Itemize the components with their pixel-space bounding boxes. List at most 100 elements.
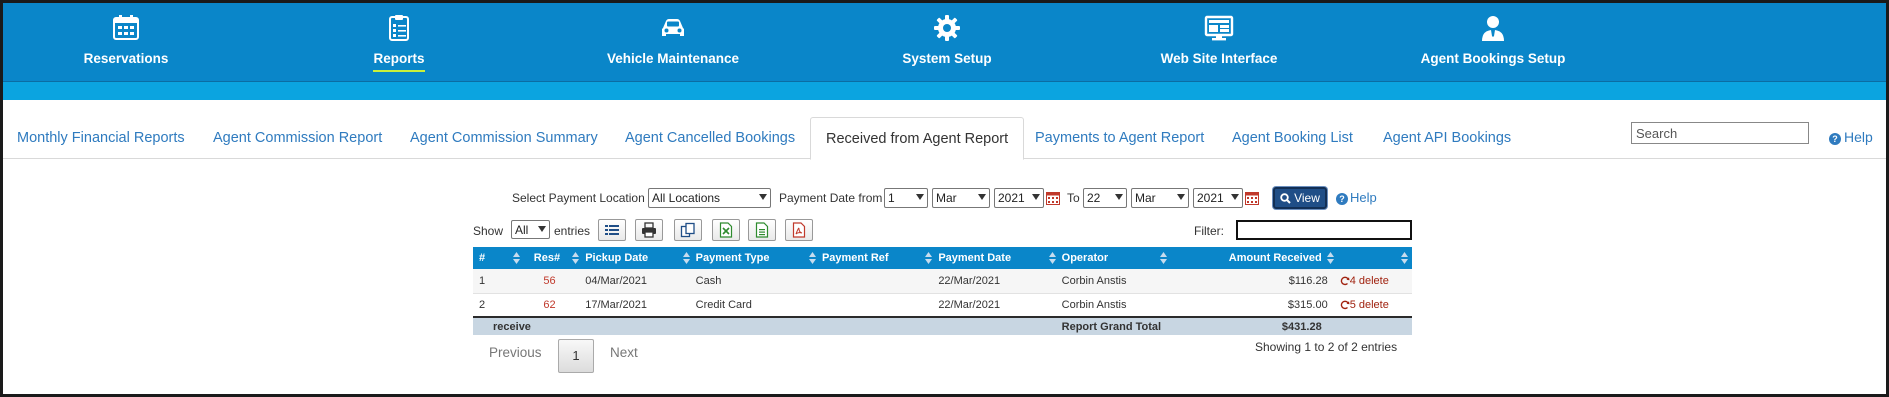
nav-reservations[interactable]: Reservations: [16, 13, 236, 75]
top-navigation: Reservations Reports Vehicle Maintenance…: [3, 3, 1886, 82]
column-header-number[interactable]: #: [473, 247, 520, 269]
to-label: To: [1067, 191, 1080, 205]
copy-button[interactable]: [674, 219, 702, 241]
to-year-select[interactable]: 2021: [1193, 188, 1243, 208]
copy-icon: [680, 222, 695, 238]
chevron-down-icon: [1177, 194, 1185, 200]
clipboard-icon: [389, 15, 409, 41]
to-calendar-icon[interactable]: [1245, 191, 1259, 205]
tab-agent-commission-report[interactable]: Agent Commission Report: [213, 117, 382, 159]
from-day-select[interactable]: 1: [884, 188, 928, 208]
view-button-label: View: [1294, 191, 1320, 205]
table-row[interactable]: 2 62 17/Mar/2021 Credit Card 22/Mar/2021…: [473, 293, 1412, 318]
print-button[interactable]: [635, 219, 663, 241]
list-icon: [605, 225, 619, 235]
column-header-label: #: [479, 252, 486, 264]
report-tabs: Monthly Financial Reports Agent Commissi…: [3, 117, 1886, 160]
delete-action[interactable]: 4 delete: [1333, 269, 1412, 294]
car-icon: [662, 19, 684, 36]
column-header-payment-ref[interactable]: Payment Ref: [815, 247, 933, 269]
monitor-icon: [1204, 15, 1234, 41]
column-list-button[interactable]: [598, 219, 626, 241]
show-label: Show: [473, 224, 504, 238]
to-month-select[interactable]: Mar: [1131, 188, 1189, 208]
from-year-value: 2021: [998, 191, 1025, 205]
view-button[interactable]: View: [1273, 187, 1327, 209]
help-link-top[interactable]: ? Help: [1829, 129, 1873, 145]
tab-received-from-agent-report[interactable]: Received from Agent Report: [810, 117, 1025, 160]
entries-label: entries: [554, 224, 591, 238]
column-header-res-number[interactable]: Res#: [519, 247, 580, 269]
table-header-row: # Res# Pickup Date Payment Type Payment …: [473, 247, 1412, 269]
from-year-select[interactable]: 2021: [994, 188, 1044, 208]
operator: Corbin Anstis: [1055, 293, 1168, 318]
chevron-down-icon: [1032, 194, 1040, 200]
total-row-label: receive: [473, 316, 580, 335]
show-entries-select[interactable]: All: [511, 220, 550, 239]
to-day-select[interactable]: 22: [1083, 188, 1127, 208]
amount-received: $116.28: [1167, 269, 1334, 294]
tab-agent-api-bookings[interactable]: Agent API Bookings: [1383, 117, 1511, 159]
from-calendar-icon[interactable]: [1046, 191, 1060, 205]
export-csv-button[interactable]: [748, 219, 776, 241]
tab-monthly-financial-reports[interactable]: Monthly Financial Reports: [17, 117, 185, 159]
refresh-icon: [1340, 276, 1350, 285]
app-window: Reservations Reports Vehicle Maintenance…: [0, 0, 1889, 397]
nav-reservations-label: Reservations: [83, 51, 169, 66]
filter-input[interactable]: [1236, 220, 1412, 240]
payment-ref: [815, 293, 933, 318]
export-excel-button[interactable]: [712, 219, 740, 241]
column-header-label: Operator: [1061, 252, 1109, 264]
nav-agent-bookings-setup-label: Agent Bookings Setup: [1420, 51, 1566, 66]
chevron-down-icon: [759, 194, 767, 200]
csv-icon: [755, 222, 769, 238]
export-pdf-button[interactable]: [785, 219, 813, 241]
nav-vehicle-maintenance[interactable]: Vehicle Maintenance: [563, 13, 783, 75]
tab-agent-cancelled-bookings[interactable]: Agent Cancelled Bookings: [625, 117, 795, 159]
previous-page-button[interactable]: Previous: [489, 345, 542, 360]
tab-agent-booking-list[interactable]: Agent Booking List: [1232, 117, 1353, 159]
column-header-label: Payment Ref: [821, 252, 889, 264]
gear-icon: [934, 15, 960, 41]
sort-icon: [1401, 252, 1408, 264]
sub-navigation-band: [3, 82, 1886, 100]
payment-location-select[interactable]: All Locations: [648, 188, 771, 208]
amount-received: $315.00: [1167, 293, 1334, 318]
payment-location-value: All Locations: [652, 191, 721, 205]
nav-system-setup[interactable]: System Setup: [837, 13, 1057, 75]
column-header-actions[interactable]: [1333, 247, 1412, 269]
sort-icon: [682, 252, 690, 264]
chevron-down-icon: [916, 194, 924, 200]
column-header-label: Payment Date: [938, 252, 1012, 264]
table-row[interactable]: 1 56 04/Mar/2021 Cash 22/Mar/2021 Corbin…: [473, 269, 1412, 294]
column-header-amount-received[interactable]: Amount Received: [1167, 247, 1334, 269]
next-page-button[interactable]: Next: [610, 345, 638, 360]
res-number-link[interactable]: 62: [519, 293, 580, 318]
question-icon: ?: [1829, 133, 1841, 145]
payment-location-label: Select Payment Location: [512, 191, 645, 205]
column-header-label: Res#: [533, 252, 561, 264]
help-link-label: Help: [1350, 190, 1377, 205]
search-input[interactable]: [1631, 122, 1809, 144]
sort-icon: [512, 252, 520, 264]
sort-icon: [1326, 252, 1334, 264]
column-header-pickup-date[interactable]: Pickup Date: [579, 247, 690, 269]
page-1-button[interactable]: 1: [558, 339, 594, 373]
pickup-date: 17/Mar/2021: [579, 293, 690, 318]
tab-agent-commission-summary[interactable]: Agent Commission Summary: [410, 117, 598, 159]
total-row-spacer: [579, 316, 1056, 335]
from-month-select[interactable]: Mar: [932, 188, 990, 208]
res-number-link[interactable]: 56: [519, 269, 580, 294]
payment-date-from-label: Payment Date from: [779, 191, 883, 205]
nav-agent-bookings-setup[interactable]: Agent Bookings Setup: [1383, 13, 1603, 75]
tab-payments-to-agent-report[interactable]: Payments to Agent Report: [1035, 117, 1204, 159]
column-header-payment-date[interactable]: Payment Date: [932, 247, 1056, 269]
help-link-filter[interactable]: ? Help: [1336, 190, 1377, 205]
nav-web-site-interface[interactable]: Web Site Interface: [1109, 13, 1329, 75]
nav-reports[interactable]: Reports: [289, 13, 509, 75]
column-header-payment-type[interactable]: Payment Type: [689, 247, 816, 269]
column-header-label: Payment Type: [695, 252, 770, 264]
delete-action[interactable]: 5 delete: [1333, 293, 1412, 318]
column-header-operator[interactable]: Operator: [1055, 247, 1168, 269]
chevron-down-icon: [1231, 194, 1239, 200]
